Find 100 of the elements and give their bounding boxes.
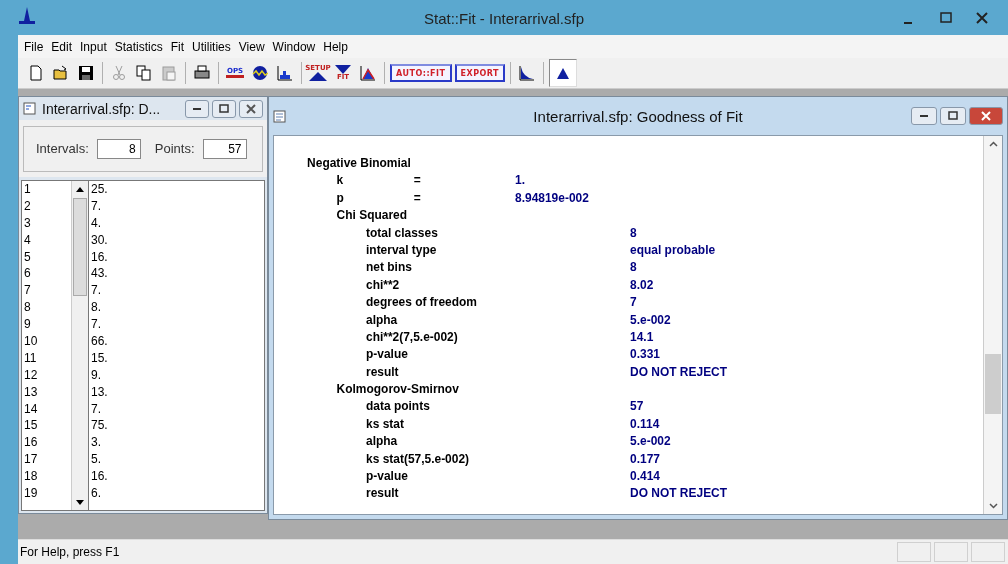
row-number: 7: [23, 282, 32, 300]
data-value: 16.: [90, 468, 109, 486]
menu-item[interactable]: Window: [268, 39, 320, 54]
row-number: 8: [23, 299, 32, 317]
statistic-label: chi**2(7,5.e-002): [366, 327, 459, 346]
maximize-button[interactable]: [212, 99, 236, 118]
menu-item[interactable]: Utilities: [188, 39, 235, 54]
statistic-value: 14.1: [630, 327, 654, 346]
row-number: 9: [23, 316, 32, 333]
statistic-value: 8: [630, 258, 637, 276]
toolbar-button[interactable]: AUTO::FIT: [390, 64, 452, 82]
menu-item[interactable]: Statistics: [110, 39, 167, 54]
statistic-label: ks stat: [366, 414, 405, 433]
menu-item[interactable]: Input: [76, 39, 111, 54]
status-text: For Help, press F1: [19, 545, 121, 559]
data-value: 7.: [90, 400, 102, 418]
triangle-icon: [309, 72, 327, 81]
row-number: 19: [23, 485, 39, 502]
statistic-label: result: [366, 484, 400, 502]
statistic-value: 5.e-002: [630, 432, 671, 450]
menu-item[interactable]: Help: [319, 39, 352, 54]
printer-icon: [194, 65, 210, 81]
close-button[interactable]: [239, 99, 263, 118]
minimize-icon: [920, 115, 928, 117]
open-folder-icon: [53, 65, 69, 81]
data-value: 66.: [90, 333, 109, 350]
data-value: 4.: [90, 214, 102, 232]
minimize-button[interactable]: [911, 107, 937, 125]
parameter-name: p: [336, 188, 345, 207]
data-value: 7.: [90, 282, 102, 300]
statistic-value: 8.02: [630, 275, 654, 294]
test-heading: Chi Squared: [336, 206, 407, 224]
scissors-icon: [111, 65, 127, 81]
new-file-icon: [28, 65, 44, 81]
statistic-value: 0.331: [630, 345, 660, 363]
document-icon: [23, 102, 36, 115]
data-value: 7.: [90, 197, 102, 215]
intervals-field[interactable]: 8: [96, 138, 141, 159]
row-number: 6: [23, 265, 32, 283]
distribution-compare-icon: [360, 65, 376, 81]
row-number: 15: [23, 417, 39, 435]
data-value: 15.: [90, 349, 109, 367]
close-button[interactable]: [969, 107, 1003, 125]
row-number: 14: [23, 400, 39, 418]
points-field[interactable]: 57: [202, 138, 247, 159]
statistic-value: 8: [630, 223, 637, 241]
decay-curve-icon: [519, 65, 536, 81]
equals-sign: =: [413, 171, 422, 189]
row-number: 17: [23, 451, 39, 469]
data-window-title: Interarrival.sfp: D...: [42, 100, 161, 117]
scrollbar-thumb[interactable]: [985, 354, 1001, 414]
row-number: 2: [23, 197, 32, 215]
statistic-value: 7: [630, 293, 637, 311]
maximize-icon: [948, 111, 958, 121]
statistic-value: 0.177: [630, 449, 660, 468]
data-value: 75.: [90, 417, 109, 435]
points-label: Points:: [154, 141, 195, 156]
row-number: 13: [23, 383, 39, 401]
app-logo-icon: [18, 6, 36, 25]
scrollbar-thumb[interactable]: [73, 198, 87, 296]
data-value: 8.: [90, 299, 102, 317]
minimize-icon: [193, 107, 201, 110]
statistic-label: ks stat(57,5.e-002): [366, 449, 471, 468]
menu-item[interactable]: View: [234, 39, 269, 54]
data-value: 7.: [90, 316, 102, 333]
menu-item[interactable]: File: [20, 39, 48, 54]
data-value: 25.: [90, 181, 109, 198]
statistic-label: result: [366, 362, 400, 381]
data-value: 30.: [90, 231, 109, 249]
maximize-icon: [219, 103, 229, 114]
close-icon: [246, 103, 256, 114]
menu-item[interactable]: Fit: [166, 39, 189, 54]
row-number: 16: [23, 434, 39, 452]
statistic-value: DO NOT REJECT: [630, 362, 728, 381]
menu-item[interactable]: Edit: [47, 39, 77, 54]
scrollbar[interactable]: [983, 136, 1002, 514]
equals-sign: =: [413, 188, 422, 207]
scrollbar[interactable]: [71, 181, 89, 510]
statistic-label: total classes: [366, 223, 439, 241]
row-number: 1: [23, 181, 32, 198]
histogram-icon: [277, 65, 293, 81]
status-panel: [897, 542, 931, 562]
statistic-value: equal probable: [630, 240, 716, 259]
data-value: 13.: [90, 383, 109, 401]
window-title: Stat::Fit - Interarrival.sfp: [424, 10, 584, 27]
row-number: 11: [23, 349, 38, 367]
toolbar-button[interactable]: EXPORT: [454, 64, 506, 82]
data-value: 43.: [90, 265, 109, 283]
row-number: 4: [23, 231, 32, 249]
close-icon: [976, 11, 988, 24]
toolbar-button[interactable]: [549, 59, 578, 87]
down-chevron-icon: [988, 503, 998, 509]
row-number: 12: [23, 366, 39, 384]
maximize-button[interactable]: [940, 107, 966, 125]
save-icon: [78, 65, 94, 81]
minimize-button[interactable]: [185, 99, 209, 118]
row-number: 5: [23, 248, 32, 266]
maximize-icon: [940, 11, 952, 24]
statistic-label: net bins: [366, 258, 413, 276]
row-number: 18: [23, 468, 39, 486]
